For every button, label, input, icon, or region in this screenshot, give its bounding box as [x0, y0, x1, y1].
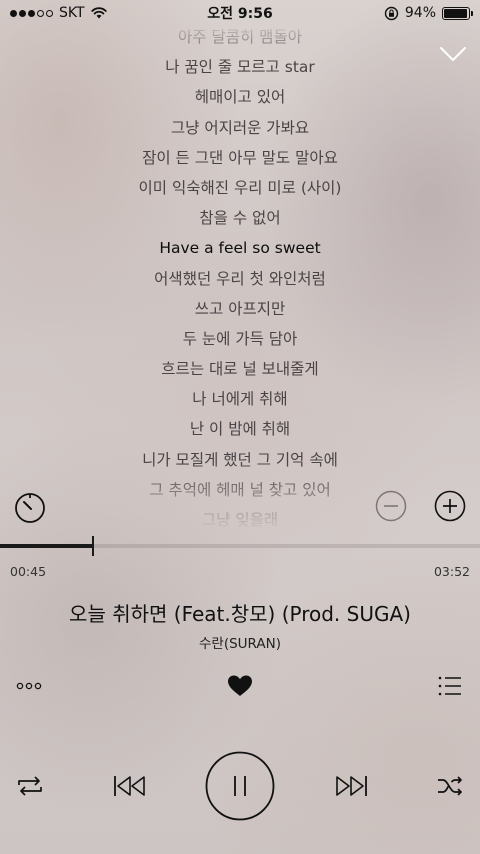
total-time: 03:52: [433, 564, 470, 579]
more-dots-icon: [16, 682, 42, 690]
next-button[interactable]: [330, 772, 370, 800]
progress-handle[interactable]: [92, 536, 95, 556]
lyric-line[interactable]: 참을 수 없어: [0, 203, 480, 233]
sleep-timer-button[interactable]: [12, 489, 48, 525]
pause-button[interactable]: [205, 751, 275, 821]
signal-dot: [10, 9, 17, 17]
previous-button[interactable]: [111, 772, 151, 800]
pause-icon: [205, 751, 275, 821]
playlist-button[interactable]: [436, 673, 464, 699]
wifi-icon: [90, 7, 107, 19]
carrier-label: SKT: [59, 5, 85, 21]
status-bar-left: SKT: [10, 5, 107, 21]
more-options-button[interactable]: [14, 675, 46, 697]
shuffle-button[interactable]: [434, 772, 466, 800]
lyric-line[interactable]: 그 추억에 헤매 널 찾고 있어: [0, 475, 480, 505]
next-icon: [336, 776, 367, 796]
timer-icon: [15, 493, 45, 523]
battery-icon: [442, 6, 473, 20]
lyric-line[interactable]: 그냥 어지러운 가봐요: [0, 113, 480, 143]
lyric-line[interactable]: 니가 모질게 했던 그 기억 속에: [0, 445, 480, 475]
repeat-icon: [18, 776, 42, 796]
signal-dot: [19, 9, 26, 17]
minus-circle-icon: [375, 490, 407, 522]
signal-strength-icon: [10, 9, 53, 17]
elapsed-time: 00:45: [10, 564, 47, 579]
signal-dot: [28, 9, 35, 17]
lyric-line[interactable]: 쓰고 아프지만: [0, 294, 480, 324]
lyric-line[interactable]: 아주 달콤히 맴돌아: [0, 22, 480, 52]
lyric-line[interactable]: 나 너에게 취해: [0, 384, 480, 414]
status-bar-right: 94%: [384, 5, 473, 21]
lyric-line[interactable]: 어색했던 우리 첫 와인처럼: [0, 264, 480, 294]
lyric-line-current[interactable]: Have a feel so sweet: [0, 233, 480, 263]
lyric-line[interactable]: 두 눈에 가득 담아: [0, 324, 480, 354]
repeat-button[interactable]: [14, 772, 46, 800]
signal-dot: [46, 9, 53, 17]
lyrics-font-decrease-button[interactable]: [375, 490, 407, 522]
lyric-line[interactable]: 그냥 잊을래: [0, 505, 480, 532]
playlist-icon: [438, 676, 461, 696]
rotation-lock-icon: [384, 6, 399, 20]
signal-dot: [37, 9, 44, 17]
lyric-line[interactable]: 나 꿈인 줄 모르고 star: [0, 52, 480, 82]
song-title: 오늘 취하면 (Feat.창모) (Prod. SUGA): [69, 602, 411, 626]
lyric-line[interactable]: 난 이 밤에 취해: [0, 414, 480, 444]
lyric-line[interactable]: 잠이 든 그댄 아무 말도 말아요: [0, 143, 480, 173]
plus-circle-icon: [434, 490, 466, 522]
shuffle-icon: [438, 776, 462, 796]
progress-fill: [0, 544, 94, 548]
heart-icon: [228, 675, 252, 696]
battery-percent: 94%: [404, 5, 436, 21]
song-artist[interactable]: 수란(SURAN): [0, 632, 480, 652]
lyrics-panel[interactable]: 아주 달콤히 맴돌아 나 꿈인 줄 모르고 star 헤매이고 있어 그냥 어지러운 …: [0, 22, 480, 532]
lyrics-font-increase-button[interactable]: [434, 490, 466, 522]
lyric-line[interactable]: 이미 익숙해진 우리 미로 (사이): [0, 173, 480, 203]
lyric-line[interactable]: 헤매이고 있어: [0, 82, 480, 112]
lyric-line[interactable]: 흐르는 대로 널 보내줄게: [0, 354, 480, 384]
progress-bar[interactable]: [0, 536, 480, 556]
previous-icon: [114, 776, 145, 796]
like-button[interactable]: [226, 673, 254, 699]
